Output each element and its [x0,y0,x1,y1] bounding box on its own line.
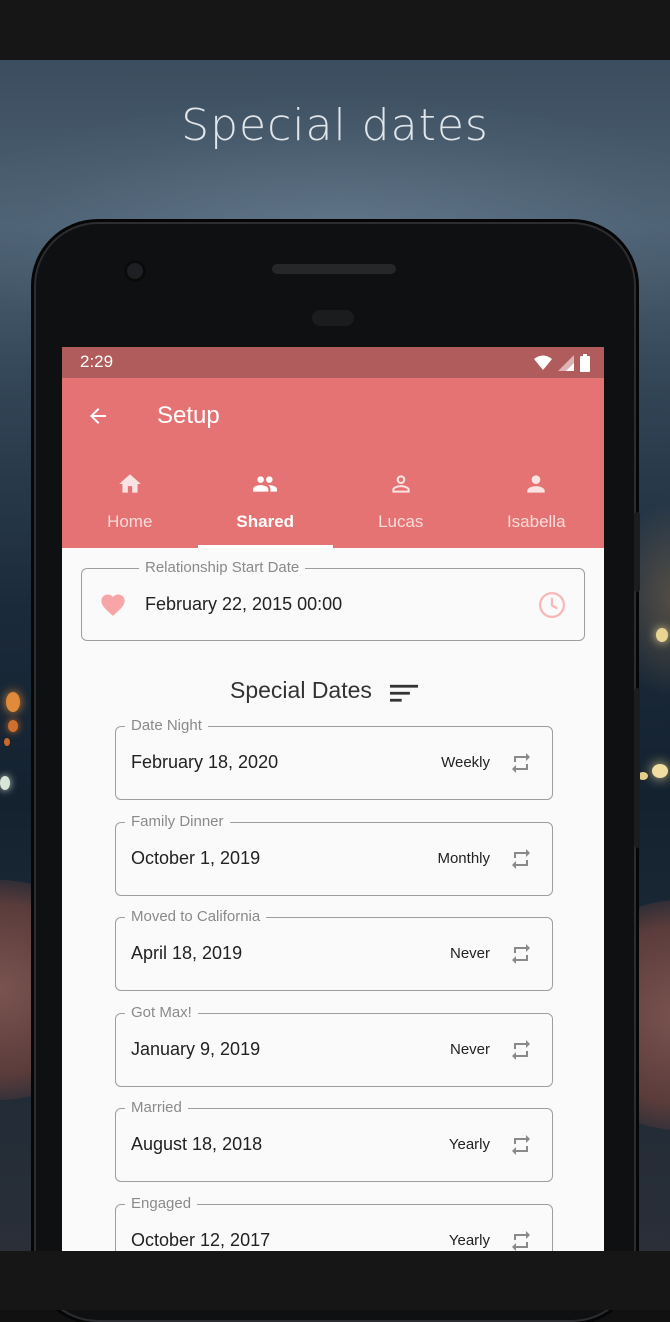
tab-isabella-label: Isabella [506,512,566,531]
relationship-start-value: February 22, 2015 00:00 [145,594,343,614]
page-title: Setup [157,402,220,429]
relationship-start-field[interactable]: Relationship Start Date February 22, 201… [81,557,585,641]
tab-bar: Home Shared Lucas Isabella [62,462,604,548]
repeat-icon[interactable] [509,1229,533,1251]
special-date-value: January 9, 2019 [131,1039,261,1059]
special-date-card[interactable]: Got Max! January 9, 2019 Never [115,1002,553,1087]
special-date-card[interactable]: Married August 18, 2018 Yearly [115,1097,553,1182]
app-bar: Setup Home Shared Lucas Isabella [62,378,604,548]
proximity-sensor [312,310,354,326]
status-time: 2:29 [80,352,114,371]
repeat-frequency: Weekly [441,754,490,771]
heart-icon [101,594,125,616]
power-button [634,512,640,592]
repeat-frequency: Monthly [437,850,490,867]
sort-icon[interactable] [390,681,418,705]
tab-lucas-label: Lucas [378,512,424,531]
special-date-name: Married [125,1097,188,1119]
repeat-frequency: Yearly [448,1136,490,1153]
special-date-card[interactable]: Date Night February 18, 2020 Weekly [115,715,553,800]
special-date-name: Family Dinner [125,811,230,833]
special-date-name: Date Night [125,715,208,737]
home-icon [118,474,141,493]
bottom-black-bar [0,1251,670,1310]
repeat-frequency: Never [449,1041,490,1058]
special-date-card[interactable]: Family Dinner October 1, 2019 Monthly [115,811,553,896]
special-dates-header: Special Dates [62,677,604,707]
relationship-start-legend: Relationship Start Date [139,557,306,579]
special-date-value: August 18, 2018 [131,1134,263,1154]
special-date-value: February 18, 2020 [131,752,279,772]
cell-signal-icon [558,355,574,371]
tab-shared-label: Shared [236,512,295,531]
status-bar: 2:29 [62,347,604,378]
repeat-icon[interactable] [509,847,533,871]
special-dates-title: Special Dates [230,677,372,703]
tab-lucas[interactable]: Lucas [333,462,469,548]
tab-home[interactable]: Home [62,462,198,548]
person-icon [527,475,545,493]
people-icon [253,476,278,492]
special-date-name: Moved to California [125,906,267,928]
tab-shared[interactable]: Shared [197,462,333,548]
front-camera [124,260,146,282]
tab-isabella[interactable]: Isabella [469,462,605,548]
special-date-name: Got Max! [125,1002,198,1024]
repeat-frequency: Never [449,945,490,962]
back-button[interactable] [78,396,118,436]
special-date-value: April 18, 2019 [131,943,243,963]
repeat-icon[interactable] [509,1038,533,1062]
app-screen: 2:29 Setup Home Shared Lucas Isabella Re… [62,347,604,1251]
special-date-value: October 1, 2019 [131,848,261,868]
special-date-name: Engaged [125,1193,198,1215]
tab-home-label: Home [107,512,153,531]
arrow-back-icon [90,408,106,424]
repeat-icon[interactable] [509,942,533,966]
clock-icon[interactable] [537,590,567,620]
battery-icon [580,354,590,372]
person-outline-icon [392,475,410,493]
top-black-bar [0,0,670,60]
active-tab-indicator [197,545,333,548]
repeat-frequency: Yearly [448,1232,490,1249]
promo-headline: Special dates [181,100,489,151]
repeat-icon[interactable] [509,751,533,775]
special-date-card[interactable]: Engaged October 12, 2017 Yearly [115,1193,553,1251]
volume-button [634,688,640,848]
repeat-icon[interactable] [509,1133,533,1157]
special-date-card[interactable]: Moved to California April 18, 2019 Never [115,906,553,991]
special-date-value: October 12, 2017 [131,1230,271,1250]
wifi-icon [534,355,552,370]
earpiece-speaker [272,264,396,274]
